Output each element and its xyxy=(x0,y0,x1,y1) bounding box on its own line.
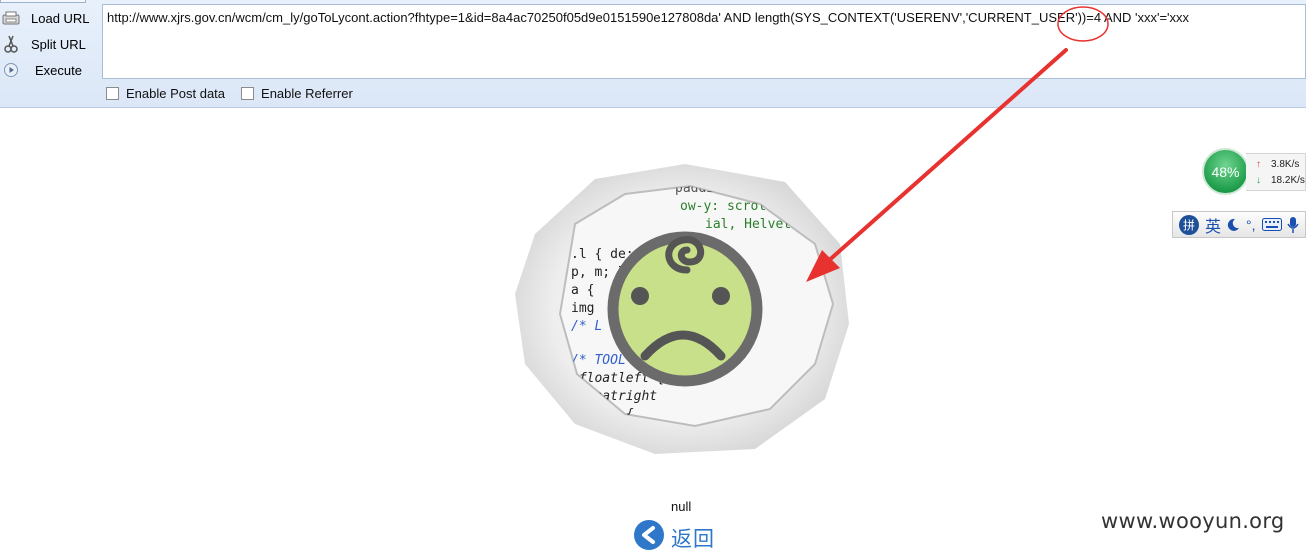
code-line: /* TOOL xyxy=(571,353,626,368)
play-icon xyxy=(1,60,21,80)
url-text: http://www.xjrs.gov.cn/wcm/cm_ly/goToLyc… xyxy=(107,10,1190,25)
network-monitor-widget[interactable]: 48% ↑ 3.8K/s ↓ 18.2K/s xyxy=(1202,145,1306,197)
code-line: a { xyxy=(571,283,594,298)
moon-icon[interactable] xyxy=(1226,218,1240,232)
scissors-icon xyxy=(1,34,21,54)
split-url-button[interactable]: Split URL xyxy=(0,32,100,56)
referrer-checkbox-box[interactable] xyxy=(241,87,255,100)
memory-usage-gauge[interactable]: 48% xyxy=(1202,148,1249,195)
post-data-checkbox-box[interactable] xyxy=(106,87,119,100)
execute-label: Execute xyxy=(35,62,82,78)
page-content: padding: 0; } ow-y: scroll; } ial, Helve… xyxy=(0,109,1306,552)
download-arrow-icon: ↓ xyxy=(1256,175,1261,186)
ime-mode-toggle[interactable]: 英 xyxy=(1205,213,1221,237)
url-textarea[interactable]: http://www.xjrs.gov.cn/wcm/cm_ly/goToLyc… xyxy=(102,4,1306,79)
wooyun-watermark: www.wooyun.org xyxy=(1101,509,1285,533)
error-message: null xyxy=(671,499,692,514)
enable-referrer-checkbox[interactable]: Enable Referrer xyxy=(241,86,353,101)
upload-rate-value: 3.8K/s xyxy=(1271,159,1300,170)
svg-text:拼: 拼 xyxy=(1183,218,1195,232)
post-data-label: Enable Post data xyxy=(126,86,226,101)
hackbar-sidebar: Load URL Split URL Execute xyxy=(0,0,100,80)
network-speed-panel: ↑ 3.8K/s ↓ 18.2K/s xyxy=(1246,153,1306,191)
download-rate-value: 18.2K/s xyxy=(1271,175,1305,186)
back-link[interactable]: 返回 xyxy=(633,519,715,556)
load-url-label: Load URL xyxy=(31,10,90,26)
enable-post-data-checkbox[interactable]: Enable Post data xyxy=(106,86,225,101)
memory-percent: 48% xyxy=(1211,163,1240,180)
sad-face-icon xyxy=(607,231,763,387)
torn-paper-error-illustration: padding: 0; } ow-y: scroll; } ial, Helve… xyxy=(515,164,849,454)
load-url-button[interactable]: Load URL xyxy=(0,6,100,30)
split-url-label: Split URL xyxy=(31,36,86,52)
back-label: 返回 xyxy=(671,526,715,551)
code-line: img xyxy=(571,301,594,316)
hackbar-toolbar: Load URL Split URL Execute http://www.xj… xyxy=(0,0,1306,108)
options-row: Enable Post data Enable Referrer xyxy=(106,86,369,101)
upload-rate: ↑ 3.8K/s xyxy=(1256,159,1299,170)
code-line: ial, Helvet xyxy=(705,217,791,232)
upload-arrow-icon: ↑ xyxy=(1256,159,1261,170)
ime-toolbar: 拼 英 °, xyxy=(1172,211,1306,238)
punctuation-icon[interactable]: °, xyxy=(1246,217,1256,233)
referrer-label: Enable Referrer xyxy=(261,86,353,101)
load-url-icon xyxy=(1,8,21,28)
back-arrow-icon xyxy=(633,519,665,556)
microphone-icon[interactable] xyxy=(1286,216,1299,234)
code-line: /* L xyxy=(571,319,602,334)
execute-button[interactable]: Execute xyxy=(0,58,100,82)
keyboard-icon[interactable] xyxy=(1261,218,1282,231)
download-rate: ↓ 18.2K/s xyxy=(1256,175,1305,186)
ime-logo-icon[interactable]: 拼 xyxy=(1178,214,1200,236)
